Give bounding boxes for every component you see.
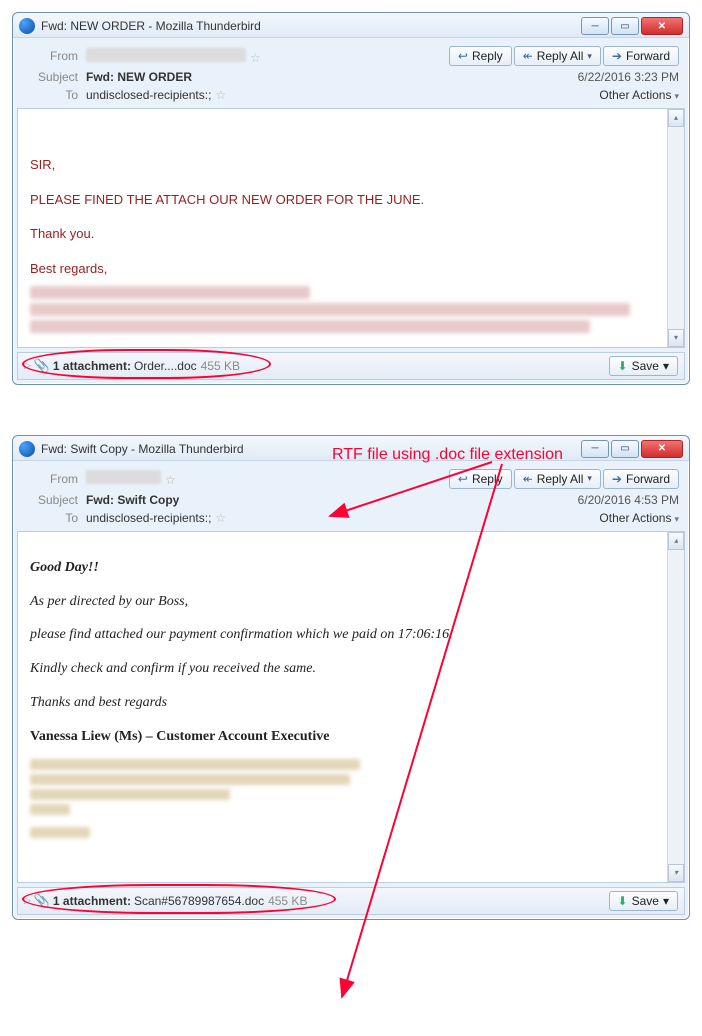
window-title: Fwd: NEW ORDER - Mozilla Thunderbird [41, 19, 581, 33]
window-title: Fwd: Swift Copy - Mozilla Thunderbird [41, 442, 581, 456]
star-icon[interactable]: ☆ [215, 511, 226, 525]
to-value: undisclosed-recipients:; [86, 511, 211, 525]
attachment-size: 455 KB [201, 359, 240, 373]
chevron-down-icon: ▾ [674, 91, 679, 101]
email-window-1: Fwd: NEW ORDER - Mozilla Thunderbird ─ ▭… [12, 12, 690, 385]
chevron-down-icon: ▾ [674, 514, 679, 524]
subject-label: Subject [23, 493, 86, 507]
chevron-down-icon[interactable]: ▾ [587, 473, 592, 484]
email-body: SIR, PLEASE FINED THE ATTACH OUR NEW ORD… [17, 108, 685, 348]
attachment-size: 455 KB [268, 894, 307, 908]
titlebar[interactable]: Fwd: Swift Copy - Mozilla Thunderbird ─ … [13, 436, 689, 461]
attachment-bar[interactable]: ▷ 📎 1 attachment: Order....doc 455 KB ⬇ … [17, 352, 685, 380]
save-icon: ⬇ [618, 894, 628, 908]
reply-icon: ↩ [458, 472, 468, 486]
scroll-down-icon[interactable]: ▾ [668, 329, 684, 347]
subject-value: Fwd: Swift Copy [86, 493, 179, 507]
expand-icon[interactable]: ▷ [24, 895, 31, 906]
paperclip-icon: 📎 [35, 359, 49, 373]
reply-icon: ↩ [458, 49, 468, 63]
date-label: 6/22/2016 3:23 PM [578, 70, 679, 84]
minimize-button[interactable]: ─ [581, 17, 609, 35]
to-label: To [23, 511, 86, 525]
attachment-count: 1 attachment: [53, 359, 131, 373]
subject-value: Fwd: NEW ORDER [86, 70, 192, 84]
close-button[interactable]: ✕ [641, 17, 683, 35]
from-value-redacted [86, 470, 161, 484]
scrollbar[interactable]: ▴ ▾ [667, 109, 684, 347]
maximize-button[interactable]: ▭ [611, 17, 639, 35]
star-icon[interactable]: ☆ [250, 51, 261, 65]
reply-all-icon: ↞ [523, 49, 533, 63]
attachment-bar[interactable]: ▷ 📎 1 attachment: Scan#56789987654.doc 4… [17, 887, 685, 915]
save-button[interactable]: ⬇ Save ▾ [609, 356, 678, 376]
save-icon: ⬇ [618, 359, 628, 373]
reply-all-icon: ↞ [523, 472, 533, 486]
from-value-redacted [86, 48, 246, 62]
from-label: From [23, 472, 86, 486]
star-icon[interactable]: ☆ [165, 473, 176, 487]
chevron-down-icon[interactable]: ▾ [663, 359, 669, 373]
minimize-button[interactable]: ─ [581, 440, 609, 458]
attachment-count: 1 attachment: [53, 894, 131, 908]
attachment-filename[interactable]: Scan#56789987654.doc [134, 894, 264, 908]
forward-icon: ➔ [612, 49, 622, 63]
thunderbird-icon [19, 18, 35, 34]
to-label: To [23, 88, 86, 102]
from-label: From [23, 49, 86, 63]
star-icon[interactable]: ☆ [215, 88, 226, 102]
scroll-up-icon[interactable]: ▴ [668, 109, 684, 127]
scroll-down-icon[interactable]: ▾ [668, 864, 684, 882]
expand-icon[interactable]: ▷ [24, 360, 31, 371]
attachment-filename[interactable]: Order....doc [134, 359, 197, 373]
reply-button[interactable]: ↩Reply [449, 46, 512, 66]
signature-redacted [30, 759, 672, 838]
save-button[interactable]: ⬇ Save ▾ [609, 891, 678, 911]
paperclip-icon: 📎 [35, 894, 49, 908]
forward-button[interactable]: ➔Forward [603, 469, 679, 489]
other-actions-menu[interactable]: Other Actions▾ [599, 88, 679, 102]
close-button[interactable]: ✕ [641, 440, 683, 458]
forward-icon: ➔ [612, 472, 622, 486]
reply-button[interactable]: ↩Reply [449, 469, 512, 489]
date-label: 6/20/2016 4:53 PM [578, 493, 679, 507]
thunderbird-icon [19, 441, 35, 457]
chevron-down-icon[interactable]: ▾ [663, 894, 669, 908]
email-body: Good Day!! As per directed by our Boss, … [17, 531, 685, 883]
other-actions-menu[interactable]: Other Actions▾ [599, 511, 679, 525]
signature-redacted [30, 286, 672, 333]
forward-button[interactable]: ➔Forward [603, 46, 679, 66]
to-value: undisclosed-recipients:; [86, 88, 211, 102]
email-window-2: Fwd: Swift Copy - Mozilla Thunderbird ─ … [12, 435, 690, 920]
scrollbar[interactable]: ▴ ▾ [667, 532, 684, 882]
reply-all-button[interactable]: ↞Reply All▾ [514, 46, 601, 66]
maximize-button[interactable]: ▭ [611, 440, 639, 458]
chevron-down-icon[interactable]: ▾ [587, 51, 592, 62]
titlebar[interactable]: Fwd: NEW ORDER - Mozilla Thunderbird ─ ▭… [13, 13, 689, 38]
subject-label: Subject [23, 70, 86, 84]
scroll-up-icon[interactable]: ▴ [668, 532, 684, 550]
reply-all-button[interactable]: ↞Reply All▾ [514, 469, 601, 489]
